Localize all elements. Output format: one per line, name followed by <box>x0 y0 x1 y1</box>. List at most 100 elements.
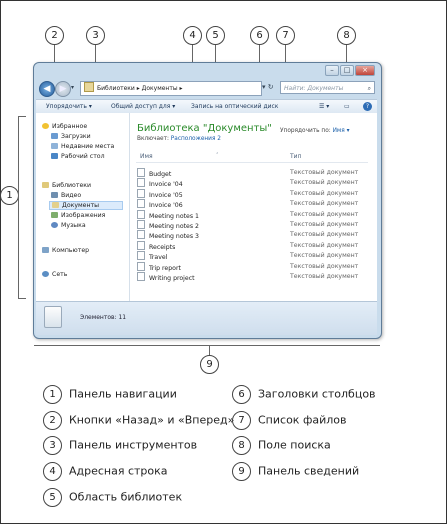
library-icon <box>84 82 94 92</box>
help-icon[interactable]: ? <box>363 102 372 111</box>
callout-3: 3 <box>86 26 105 45</box>
text-file-icon <box>137 261 145 271</box>
nav-recent[interactable]: Недавние места <box>51 143 114 150</box>
nav-images[interactable]: Изображения <box>51 212 105 219</box>
nav-favorites[interactable]: Избранное <box>42 123 87 130</box>
legend-label: Панель инструментов <box>69 438 198 452</box>
nav-label: Видео <box>61 192 82 199</box>
item-count: Элементов: 11 <box>80 314 127 321</box>
bracket-9 <box>34 345 380 346</box>
file-name: Invoice '06 <box>149 202 183 210</box>
bracket-1-top <box>18 116 26 117</box>
views-icon[interactable]: ☰ ▾ <box>319 100 329 113</box>
close-icon[interactable]: × <box>355 65 375 76</box>
legend-item: 6 Заголовки столбцов <box>232 385 376 404</box>
nav-label: Рабочий стол <box>61 153 105 160</box>
minimize-icon[interactable]: – <box>325 65 339 76</box>
address-buttons[interactable]: ▾ ↻ <box>262 81 274 94</box>
navigation-pane: Избранное Загрузки Недавние места Рабочи… <box>36 113 130 301</box>
legend-number: 7 <box>232 411 251 430</box>
column-header-name[interactable]: Имя <box>140 151 153 162</box>
nav-downloads[interactable]: Загрузки <box>51 133 91 140</box>
file-row[interactable]: Trip report Текстовый документ <box>137 261 362 272</box>
leader-line-9 <box>209 345 210 355</box>
file-row[interactable]: Travel Текстовый документ <box>137 251 362 261</box>
toolbar: Упорядочить ▾ Общий доступ для ▾ Запись … <box>36 99 377 114</box>
file-row[interactable]: Invoice '05 Текстовый документ <box>137 188 362 199</box>
file-row[interactable]: Meeting notes 1 Текстовый документ <box>137 209 362 220</box>
legend-item: 4 Адресная строка <box>43 462 168 481</box>
column-headers: Имя ˆ Тип <box>136 151 368 163</box>
nav-network[interactable]: Сеть <box>42 271 67 278</box>
libraries-icon <box>42 182 49 188</box>
legend-label: Список файлов <box>258 413 347 427</box>
file-row[interactable]: Budget Текстовый документ <box>137 168 362 178</box>
nav-video[interactable]: Видео <box>51 192 81 199</box>
column-header-type[interactable]: Тип <box>290 151 302 162</box>
legend-number: 5 <box>43 488 62 507</box>
preview-pane-icon[interactable]: ▭ <box>344 100 350 113</box>
organize-button[interactable]: Упорядочить ▾ <box>46 100 92 113</box>
text-file-icon <box>137 220 145 229</box>
desktop-icon <box>51 153 58 159</box>
arrange-by: Упорядочить по: Имя ▾ <box>280 128 350 134</box>
legend-number: 6 <box>232 385 251 404</box>
burn-button[interactable]: Запись на оптический диск <box>191 100 278 113</box>
includes-link[interactable]: Расположения 2 <box>171 136 221 142</box>
search-input[interactable]: Найти: Документы ⌕ <box>280 81 375 94</box>
legend-label: Адресная строка <box>69 464 168 478</box>
file-name: Meeting notes 1 <box>149 212 199 220</box>
file-row[interactable]: Writing project Текстовый документ <box>137 272 362 282</box>
file-type: Текстовый документ <box>290 189 359 197</box>
share-button[interactable]: Общий доступ для ▾ <box>111 100 175 113</box>
file-row[interactable]: Invoice '04 Текстовый документ <box>137 178 362 188</box>
file-type: Текстовый документ <box>290 210 359 218</box>
text-file-icon <box>137 188 145 198</box>
text-file-icon <box>137 168 145 177</box>
forward-button[interactable]: ▶ <box>55 81 71 97</box>
maximize-icon[interactable]: □ <box>340 65 354 76</box>
text-file-icon <box>137 230 145 240</box>
nav-computer[interactable]: Компьютер <box>42 247 89 254</box>
nav-music[interactable]: Музыка <box>51 222 86 229</box>
video-icon <box>51 192 58 198</box>
includes-label: Включает: <box>137 136 169 142</box>
text-file-icon <box>137 240 145 250</box>
file-type: Текстовый документ <box>290 262 359 270</box>
window-controls: – □ × <box>325 65 375 76</box>
callout-4: 4 <box>183 26 202 45</box>
explorer-window: – □ × ◀ ▶ ▾ Библиотеки ▸ Документы ▸ ▾ ↻… <box>33 62 382 339</box>
legend-item: 1 Панель навигации <box>43 385 177 404</box>
nav-label: Музыка <box>61 222 86 229</box>
nav-desktop[interactable]: Рабочий стол <box>51 153 105 160</box>
arrange-dropdown[interactable]: Имя ▾ <box>333 128 350 134</box>
images-icon <box>51 212 58 218</box>
file-type: Текстовый документ <box>290 273 359 280</box>
refresh-icon[interactable]: ↻ <box>268 83 274 91</box>
back-button[interactable]: ◀ <box>39 81 55 97</box>
file-name: Travel <box>149 254 168 262</box>
nav-label: Недавние места <box>61 143 115 150</box>
file-name: Meeting notes 2 <box>149 223 199 230</box>
recent-places-icon <box>51 143 58 149</box>
dropdown-icon[interactable]: ▾ <box>262 83 266 91</box>
legend-number: 2 <box>43 411 62 430</box>
file-name: Invoice '05 <box>149 191 183 199</box>
recent-pages-dropdown-icon[interactable]: ▾ <box>71 84 74 91</box>
file-row[interactable]: Invoice '06 Текстовый документ <box>137 199 362 209</box>
nav-libraries[interactable]: Библиотеки <box>42 182 91 189</box>
search-placeholder: Найти: Документы <box>284 85 344 92</box>
file-row[interactable]: Receipts Текстовый документ <box>137 240 362 251</box>
bracket-1-bottom <box>18 298 26 299</box>
nav-documents[interactable]: Документы <box>49 201 123 210</box>
search-icon[interactable]: ⌕ <box>368 82 371 95</box>
address-bar[interactable]: Библиотеки ▸ Документы ▸ <box>80 81 262 96</box>
nav-label: Библиотеки <box>52 182 92 189</box>
network-icon <box>42 271 49 277</box>
file-row[interactable]: Meeting notes 3 Текстовый документ <box>137 230 362 240</box>
file-row[interactable]: Meeting notes 2 Текстовый документ <box>137 220 362 230</box>
star-icon <box>42 123 49 129</box>
nav-label: Загрузки <box>61 133 91 140</box>
legend-item: 9 Панель сведений <box>232 462 359 481</box>
downloads-icon <box>51 133 58 139</box>
